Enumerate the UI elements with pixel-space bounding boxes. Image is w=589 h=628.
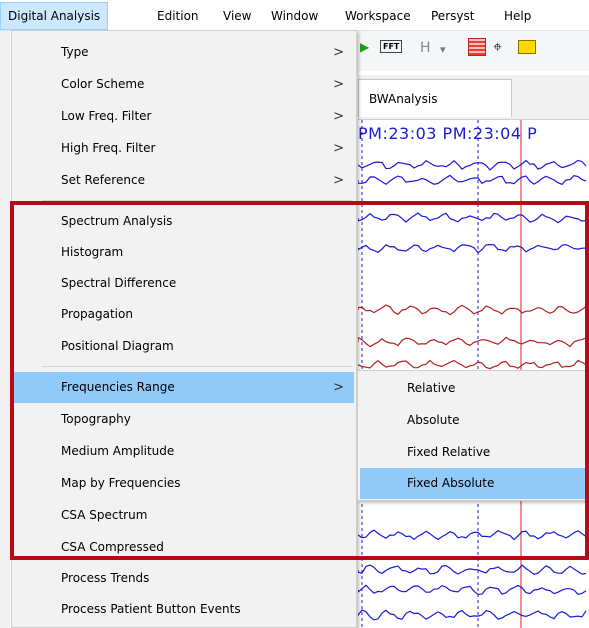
chevron-right-icon: >	[333, 77, 344, 92]
eeg-trace	[358, 336, 587, 348]
eeg-trace	[358, 529, 587, 541]
play-icon[interactable]: ▶	[360, 40, 369, 54]
tab-bwanalysis[interactable]: BWAnalysis	[358, 79, 512, 117]
menu-bar: Digital Analysis Edition View Window Wor…	[0, 0, 589, 31]
eeg-trace	[358, 359, 587, 370]
submenu-item-absolute[interactable]: Absolute	[360, 405, 589, 436]
menu-item-label: Frequencies Range	[61, 380, 175, 394]
menu-item-label: Set Reference	[61, 173, 145, 187]
chevron-right-icon: >	[333, 109, 344, 124]
chevron-down-icon[interactable]: ▾	[440, 43, 446, 56]
menu-view[interactable]: View	[216, 3, 258, 29]
crosshair-icon[interactable]: ⌖	[493, 37, 502, 57]
menu-digital-analysis[interactable]: Digital Analysis	[0, 2, 109, 30]
eeg-trace	[358, 243, 587, 254]
menu-item-label: Low Freq. Filter	[61, 109, 152, 123]
menu-item-label: High Freq. Filter	[61, 141, 156, 155]
eeg-trace	[358, 174, 587, 186]
chevron-right-icon: >	[333, 380, 344, 395]
folder-icon[interactable]	[518, 40, 536, 54]
menu-item-frequencies-range[interactable]: Frequencies Range >	[14, 372, 354, 403]
menu-item-type[interactable]: Type >	[14, 37, 354, 68]
menu-item-histogram[interactable]: Histogram	[14, 237, 354, 268]
eeg-trace	[358, 159, 587, 171]
menu-item-label: Type	[61, 45, 89, 59]
menu-item-spectral-difference[interactable]: Spectral Difference	[14, 268, 354, 299]
menu-item-process-patient-button-events[interactable]: Process Patient Button Events	[14, 594, 354, 625]
menu-workspace[interactable]: Workspace	[338, 3, 418, 29]
chevron-right-icon: >	[333, 141, 344, 156]
eeg-trace	[358, 564, 587, 575]
menu-item-spectrum-analysis[interactable]: Spectrum Analysis	[14, 206, 354, 237]
menu-item-label: Color Scheme	[61, 77, 145, 91]
submenu-item-relative[interactable]: Relative	[360, 373, 589, 404]
chevron-right-icon: >	[333, 45, 344, 60]
left-panel-strip	[0, 31, 10, 628]
grid-icon[interactable]	[468, 38, 486, 56]
menu-item-process-trends[interactable]: Process Trends	[14, 563, 354, 594]
eeg-trace	[358, 609, 587, 621]
menu-item-propagation[interactable]: Propagation	[14, 299, 354, 330]
fft-icon[interactable]: FFT	[380, 40, 403, 53]
eeg-trace	[358, 304, 587, 316]
menu-item-csa-spectrum[interactable]: CSA Spectrum	[14, 500, 354, 531]
menu-item-topography[interactable]: Topography	[14, 404, 354, 435]
eeg-trace	[358, 584, 587, 595]
toolbar: ▶ FFT H ▾ ⌖	[358, 31, 589, 71]
menu-window[interactable]: Window	[264, 3, 325, 29]
menu-separator	[42, 366, 352, 367]
menu-item-csa-compressed[interactable]: CSA Compressed	[14, 532, 354, 563]
submenu-item-fixed-relative[interactable]: Fixed Relative	[360, 437, 589, 468]
menu-item-low-freq-filter[interactable]: Low Freq. Filter >	[14, 101, 354, 132]
menu-help[interactable]: Help	[497, 3, 538, 29]
menu-persyst[interactable]: Persyst	[424, 3, 481, 29]
menu-item-high-freq-filter[interactable]: High Freq. Filter >	[14, 133, 354, 164]
menu-item-color-scheme[interactable]: Color Scheme >	[14, 69, 354, 100]
menu-item-positional-diagram[interactable]: Positional Diagram	[14, 331, 354, 362]
submenu-item-fixed-absolute[interactable]: Fixed Absolute	[360, 468, 589, 499]
menu-edition[interactable]: Edition	[150, 3, 206, 29]
menu-item-set-reference[interactable]: Set Reference >	[14, 165, 354, 196]
eeg-trace	[358, 212, 587, 224]
h-icon[interactable]: H	[420, 40, 431, 56]
menu-item-map-by-frequencies[interactable]: Map by Frequencies	[14, 468, 354, 499]
menu-separator	[42, 200, 352, 201]
chevron-right-icon: >	[333, 173, 344, 188]
digital-analysis-dropdown: Type > Color Scheme > Low Freq. Filter > Hi…	[11, 30, 357, 628]
frequencies-range-submenu: Relative Absolute Fixed Relative Fixed A…	[357, 370, 589, 501]
tab-bar: BWAnalysis	[358, 75, 589, 120]
menu-item-medium-amplitude[interactable]: Medium Amplitude	[14, 436, 354, 467]
